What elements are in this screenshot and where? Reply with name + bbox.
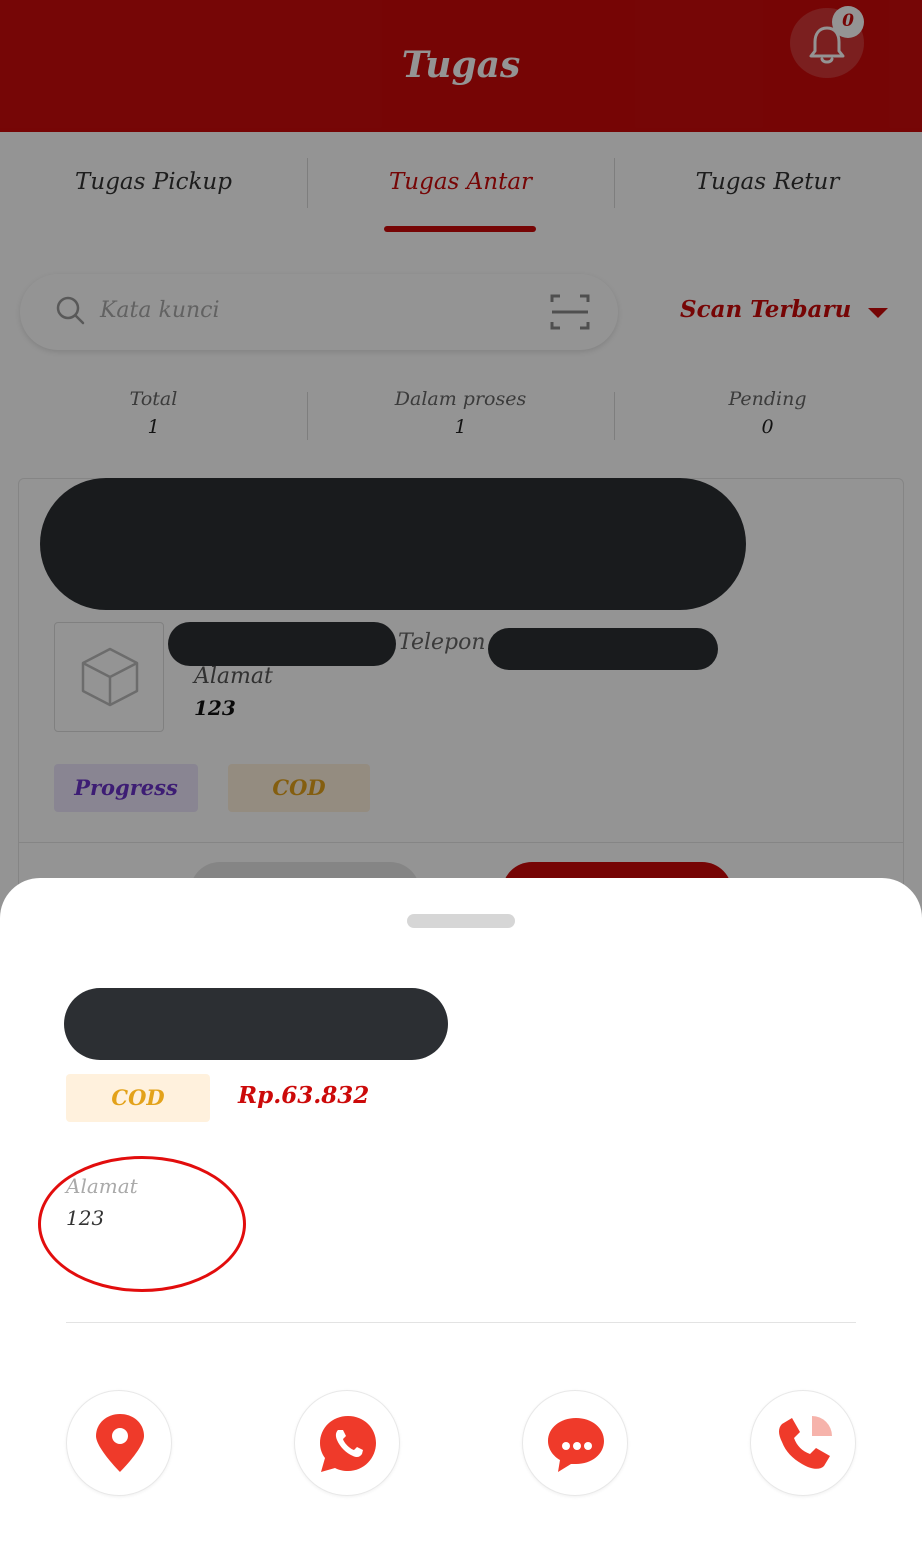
call-button[interactable] <box>750 1390 856 1496</box>
whatsapp-icon <box>320 1416 376 1472</box>
sms-button[interactable] <box>522 1390 628 1496</box>
cod-amount: Rp.63.832 <box>238 1082 370 1109</box>
phone-call-icon <box>779 1416 832 1469</box>
sheet-divider <box>66 1322 856 1323</box>
redacted-recipient-name <box>64 988 448 1060</box>
open-map-button[interactable] <box>66 1390 172 1496</box>
payment-badge: COD <box>66 1074 210 1122</box>
highlight-circle <box>38 1156 246 1292</box>
whatsapp-button[interactable] <box>294 1390 400 1496</box>
map-pin-icon <box>96 1414 144 1472</box>
chat-bubble-icon <box>548 1418 604 1472</box>
drag-handle[interactable] <box>407 914 515 928</box>
bottom-sheet: COD Rp.63.832 Alamat 123 <box>0 878 922 1543</box>
